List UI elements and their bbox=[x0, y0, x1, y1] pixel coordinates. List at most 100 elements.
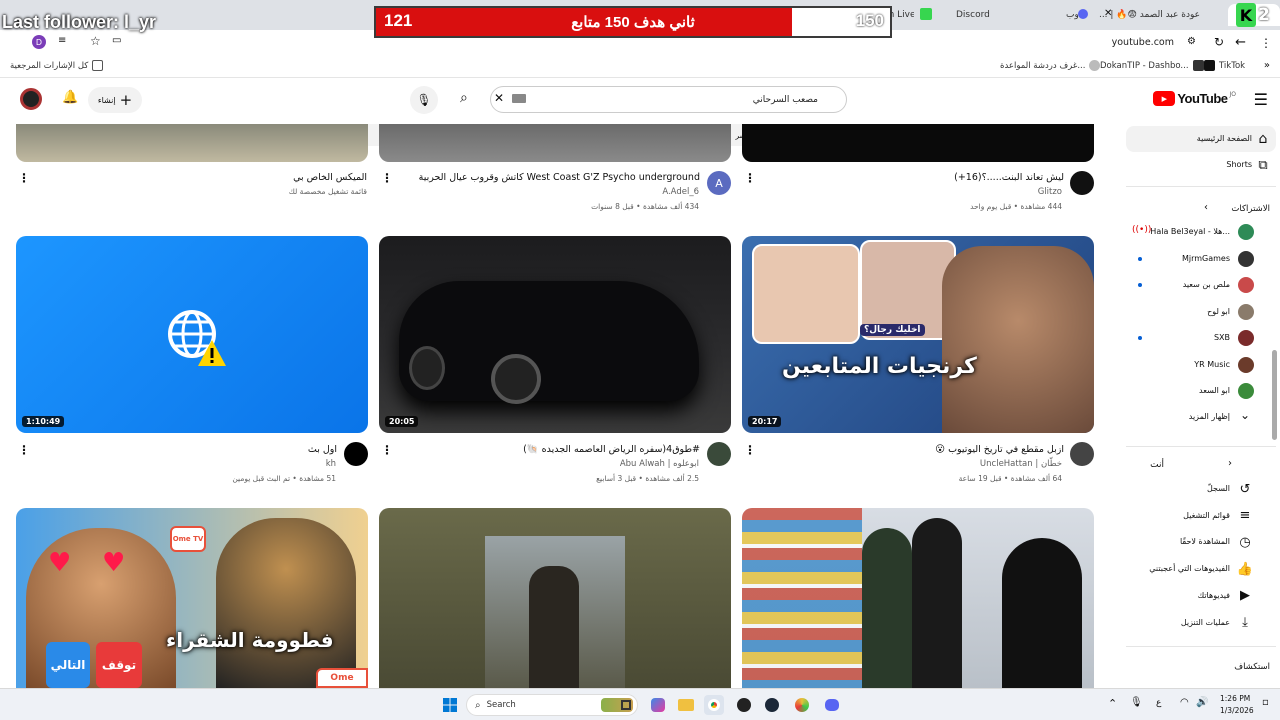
file-explorer-icon[interactable] bbox=[676, 695, 696, 715]
sidebar-sub-item[interactable]: ابو السعد bbox=[1116, 379, 1280, 403]
more-bookmarks-icon[interactable]: » bbox=[1264, 60, 1270, 71]
notification-icon[interactable]: ▫ bbox=[1262, 697, 1269, 708]
windows-start-icon[interactable] bbox=[440, 695, 460, 715]
obs-icon[interactable] bbox=[734, 695, 754, 715]
thumbnail-character bbox=[529, 566, 579, 688]
wifi-icon[interactable]: ◠ bbox=[1180, 697, 1189, 708]
volume-icon[interactable]: 🔊 bbox=[1196, 697, 1208, 708]
more-options-icon[interactable]: ⋮ bbox=[744, 444, 756, 456]
sidebar-item-home[interactable]: الصفحة الرئيسية bbox=[1197, 134, 1252, 143]
channel-avatar[interactable] bbox=[1070, 171, 1094, 195]
channel-name[interactable]: kh bbox=[326, 459, 336, 469]
close-icon[interactable]: ✕ bbox=[1104, 8, 1112, 19]
more-options-icon[interactable]: ⋮ bbox=[381, 444, 393, 456]
sidebar-item-shorts[interactable]: Shorts bbox=[1226, 160, 1252, 169]
url-text[interactable]: youtube.com bbox=[1112, 37, 1174, 48]
video-thumbnail[interactable]: ♥ ♥ Ome TV فطوومة الشقراء التالي توقف Om… bbox=[16, 508, 368, 688]
video-thumbnail[interactable] bbox=[379, 124, 731, 162]
sidebar-sub-item[interactable]: YR Music bbox=[1116, 353, 1280, 377]
youtube-logo[interactable]: ▶ YouTube JO bbox=[1153, 91, 1236, 106]
sidebar-sub-item[interactable]: ابو لوح bbox=[1116, 300, 1280, 324]
menu-icon[interactable]: ⋮ bbox=[1260, 36, 1272, 50]
scrollbar-thumb[interactable] bbox=[1272, 350, 1277, 440]
bell-icon[interactable]: 🔔 bbox=[62, 90, 78, 105]
site-settings-icon[interactable]: ⚙ bbox=[1187, 36, 1196, 47]
taskbar-date[interactable]: 1/3/2026 bbox=[1220, 706, 1254, 715]
task-view-icon[interactable] bbox=[616, 695, 636, 715]
channel-avatar[interactable] bbox=[344, 442, 368, 466]
channel-name[interactable]: UncleHattan | خطّان bbox=[980, 459, 1062, 469]
hamburger-icon[interactable]: ☰ bbox=[1254, 90, 1268, 109]
sidebar-you-item[interactable]: المشاهدة لاحقًا bbox=[1180, 537, 1230, 546]
channel-name[interactable]: A.Adel_6 bbox=[662, 187, 699, 197]
video-title[interactable]: West Coast G'Z Psycho underground كاتش و… bbox=[419, 172, 700, 183]
back-icon[interactable]: ← bbox=[1235, 35, 1246, 50]
bookmark-all[interactable]: كل الإشارات المرجعية bbox=[10, 60, 104, 71]
steam-icon[interactable] bbox=[762, 695, 782, 715]
discord-icon[interactable] bbox=[822, 695, 842, 715]
keyboard-icon[interactable] bbox=[512, 94, 526, 103]
more-options-icon[interactable]: ⋮ bbox=[18, 444, 30, 456]
sidebar-you-item[interactable]: عمليات التنزيل bbox=[1181, 618, 1230, 627]
video-thumbnail[interactable] bbox=[379, 508, 731, 688]
bookmark-dokantip[interactable]: DokanTIP - Dashbo... bbox=[1100, 60, 1204, 71]
search-input[interactable]: مصعب السرحاني bbox=[753, 95, 818, 105]
taskbar-search[interactable]: ⌕ Search bbox=[466, 694, 638, 716]
channel-avatar[interactable] bbox=[707, 442, 731, 466]
copilot-icon[interactable] bbox=[648, 695, 668, 715]
channel-name[interactable]: Glitzo bbox=[1038, 187, 1062, 197]
video-title[interactable]: اول بث bbox=[308, 444, 337, 455]
mic-icon[interactable]: 🎙 bbox=[1130, 697, 1143, 708]
sidebar-you-item[interactable]: فيديوهاتك bbox=[1198, 591, 1230, 600]
video-title[interactable]: #طوق4(سفره الرياض العاصمه الجديده 🐚) bbox=[523, 444, 700, 455]
channel-avatar[interactable]: A bbox=[707, 171, 731, 195]
more-options-icon[interactable]: ⋮ bbox=[381, 172, 393, 184]
sidebar-sub-item[interactable]: Hala Bel3eyal - هلا... ((•)) bbox=[1116, 220, 1280, 244]
video-thumbnail[interactable] bbox=[742, 508, 1094, 688]
sidebar-sub-item[interactable]: MjrmGames bbox=[1116, 247, 1280, 271]
star-icon[interactable]: ☆ bbox=[90, 34, 101, 48]
tab-discord[interactable]: Discord bbox=[950, 4, 1060, 26]
chrome-icon[interactable] bbox=[704, 695, 724, 715]
sidebar-you-item[interactable]: قوائم التشغيل bbox=[1183, 511, 1230, 520]
create-button[interactable]: إنشاء + bbox=[88, 87, 142, 113]
video-thumbnail[interactable] bbox=[16, 124, 368, 162]
video-thumbnail[interactable]: 1:10:49 bbox=[16, 236, 368, 433]
video-title[interactable]: ازبل مقطع في تاريخ اليوتيوب 😮 bbox=[935, 444, 1064, 455]
more-options-icon[interactable]: ⋮ bbox=[18, 172, 30, 184]
sidebar-you-item[interactable]: السجلّ bbox=[1207, 484, 1230, 493]
more-options-icon[interactable]: ⋮ bbox=[744, 172, 756, 184]
sidebar-subs-header[interactable]: الاشتراكات bbox=[1231, 204, 1270, 214]
search-box[interactable]: مصعب السرحاني bbox=[490, 86, 847, 113]
video-thumbnail[interactable]: اخليك رجال؟ كرنجيات المتابعين 20:17 bbox=[742, 236, 1094, 433]
profile-avatar[interactable]: D bbox=[32, 35, 46, 49]
clear-search-icon[interactable]: ✕ bbox=[494, 91, 504, 105]
sidebar-divider-2 bbox=[1126, 446, 1276, 447]
sidebar-you-header[interactable]: أنت bbox=[1150, 460, 1164, 470]
cast-icon[interactable]: ▭ bbox=[112, 35, 121, 46]
channel-name[interactable]: Abu Alwah | ابوعلوه bbox=[620, 459, 699, 469]
input-language[interactable]: ع bbox=[1156, 698, 1161, 708]
sidebar-show-more[interactable]: ⌄ إظهار المزيد bbox=[1116, 406, 1280, 430]
bookmark-tiktok[interactable]: TikTok bbox=[1204, 60, 1245, 71]
discord-icon bbox=[1078, 9, 1088, 19]
chevron-up-icon[interactable]: ⌃ bbox=[1108, 697, 1117, 710]
taskbar-time[interactable]: 1:26 PM bbox=[1220, 694, 1250, 703]
game-icon[interactable] bbox=[792, 695, 812, 715]
video-thumbnail[interactable]: 20:05 bbox=[379, 236, 731, 433]
video-title[interactable]: الميكس الخاص بي bbox=[293, 172, 367, 183]
voice-search-button[interactable]: 🎙 bbox=[410, 86, 438, 114]
video-thumbnail[interactable] bbox=[742, 124, 1094, 162]
reload-icon[interactable]: ↻ bbox=[1214, 35, 1224, 49]
sidebar-you-item[interactable]: الفيديوهات التي أعجبتني bbox=[1149, 564, 1230, 573]
chevron-down-icon: ⌄ bbox=[1239, 407, 1250, 422]
search-icon[interactable]: ⌕ bbox=[460, 90, 468, 106]
channel-avatar[interactable] bbox=[1070, 442, 1094, 466]
bookmark-dating[interactable]: غرف دردشة المواعدة... bbox=[1000, 60, 1101, 71]
playlist-icon[interactable]: ≡ bbox=[58, 35, 66, 46]
sidebar-sub-item[interactable]: SXB bbox=[1116, 326, 1280, 350]
account-avatar[interactable] bbox=[20, 88, 42, 110]
video-title[interactable]: ليش تعاند البنت.....؟(16+) bbox=[954, 172, 1064, 183]
tab-2[interactable]: يوب bbox=[1060, 4, 1078, 26]
sidebar-sub-item[interactable]: ملص بن سعيد bbox=[1116, 273, 1280, 297]
